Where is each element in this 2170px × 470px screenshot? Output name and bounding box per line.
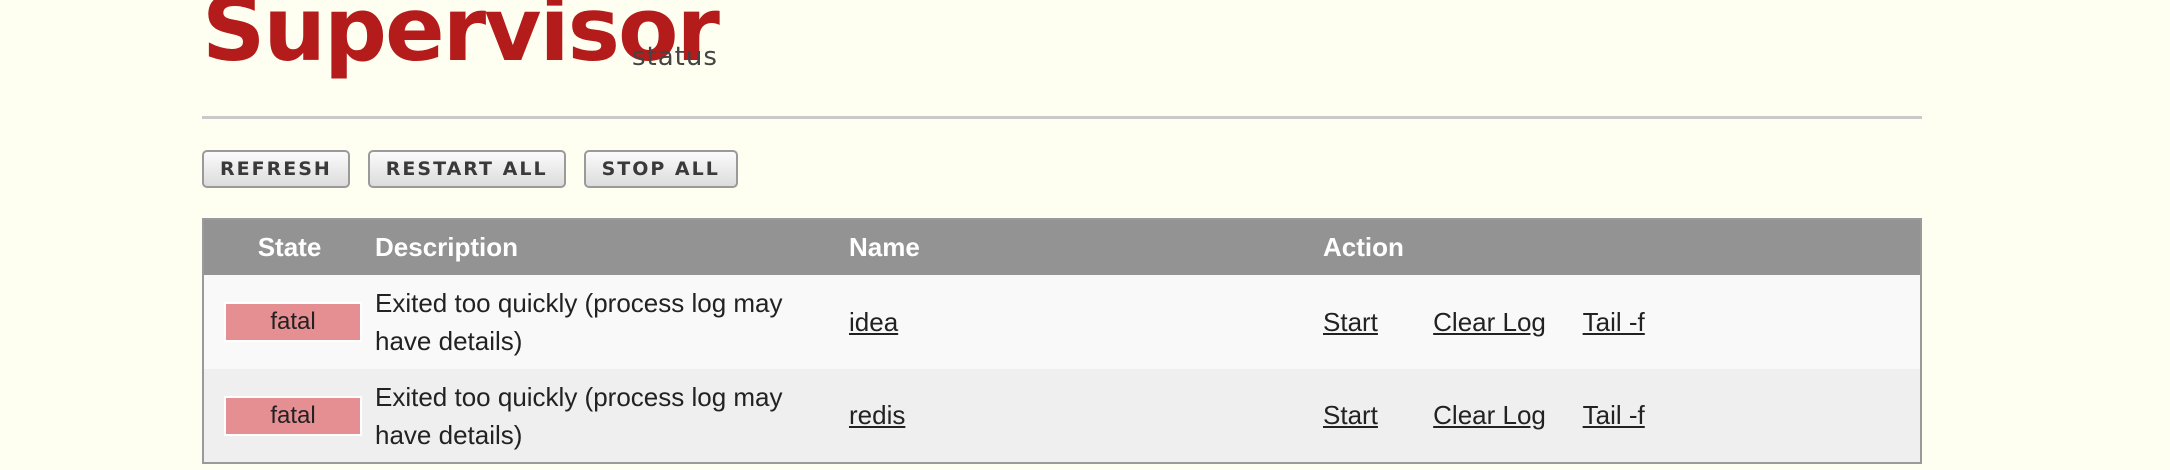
header-name: Name: [849, 232, 920, 262]
page-container: Supervisor status REFRESH RESTART ALL ST…: [202, 0, 1922, 464]
table-header-row: State Description Name Action: [203, 219, 1921, 275]
table-row: fatal Exited too quickly (process log ma…: [203, 275, 1921, 369]
row-actions: Start Clear Log Tail -f: [1323, 275, 1921, 369]
refresh-button[interactable]: REFRESH: [202, 150, 350, 188]
logo-subtitle: status: [632, 42, 718, 72]
process-name-link[interactable]: redis: [849, 400, 905, 430]
process-description: Exited too quickly (process log may have…: [375, 288, 783, 356]
process-table: State Description Name Action fatal Exit…: [202, 218, 1922, 464]
clear-log-link[interactable]: Clear Log: [1433, 307, 1546, 337]
header-action: Action: [1323, 232, 1404, 262]
page-header: Supervisor status: [202, 0, 1922, 119]
tail-f-link[interactable]: Tail -f: [1583, 307, 1645, 337]
status-badge: fatal: [224, 302, 362, 342]
header-state: State: [257, 232, 322, 262]
start-link[interactable]: Start: [1323, 400, 1378, 430]
table-row: fatal Exited too quickly (process log ma…: [203, 369, 1921, 463]
clear-log-link[interactable]: Clear Log: [1433, 400, 1546, 430]
process-name-link[interactable]: idea: [849, 307, 898, 337]
header-description: Description: [375, 232, 519, 262]
start-link[interactable]: Start: [1323, 307, 1378, 337]
process-description: Exited too quickly (process log may have…: [375, 381, 783, 450]
row-actions: Start Clear Log Tail -f: [1323, 369, 1921, 463]
tail-f-link[interactable]: Tail -f: [1583, 400, 1645, 430]
stop-all-button[interactable]: STOP ALL: [583, 150, 738, 188]
status-badge: fatal: [224, 395, 362, 436]
restart-all-button[interactable]: RESTART ALL: [367, 150, 566, 188]
toolbar: REFRESH RESTART ALL STOP ALL: [202, 150, 738, 188]
